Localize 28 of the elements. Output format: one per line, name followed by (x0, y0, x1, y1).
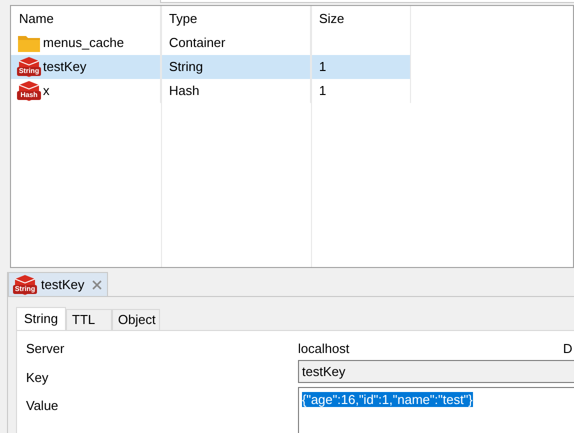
tab[interactable]: TTL (66, 309, 112, 330)
table-cell-text: 1 (319, 82, 326, 100)
field-label: Value (26, 397, 60, 415)
column-header[interactable]: Size (311, 6, 411, 31)
column-header[interactable]: Type (161, 6, 311, 31)
tab[interactable]: String (16, 307, 66, 330)
field-label: Key (26, 368, 50, 387)
folder-icon (17, 33, 41, 53)
key-name: x (43, 82, 50, 100)
table-cell-text: Container (169, 34, 226, 52)
tab-title: testKey (41, 276, 84, 294)
key-name: menus_cache (43, 34, 124, 52)
selected-text: {"age":16,"id":1,"name":"test"} (302, 392, 473, 407)
table-cell-text: Hash (169, 82, 200, 100)
cube-icon (17, 80, 41, 102)
key-name: testKey (43, 58, 86, 76)
column-label: D (563, 340, 572, 358)
cube-icon (17, 56, 41, 78)
table-cell-text: String (169, 58, 203, 76)
field-label: Server (26, 340, 64, 358)
value-field[interactable]: {"age":16,"id":1,"name":"test"} (298, 387, 574, 433)
cube-icon (13, 274, 37, 296)
key-field[interactable]: testKey (298, 360, 574, 383)
column-header[interactable]: Name (11, 6, 161, 31)
table-cell-text: 1 (319, 58, 326, 76)
server-value: localhost (298, 340, 350, 358)
close-icon[interactable] (92, 280, 102, 290)
tab[interactable]: Object (112, 309, 160, 330)
